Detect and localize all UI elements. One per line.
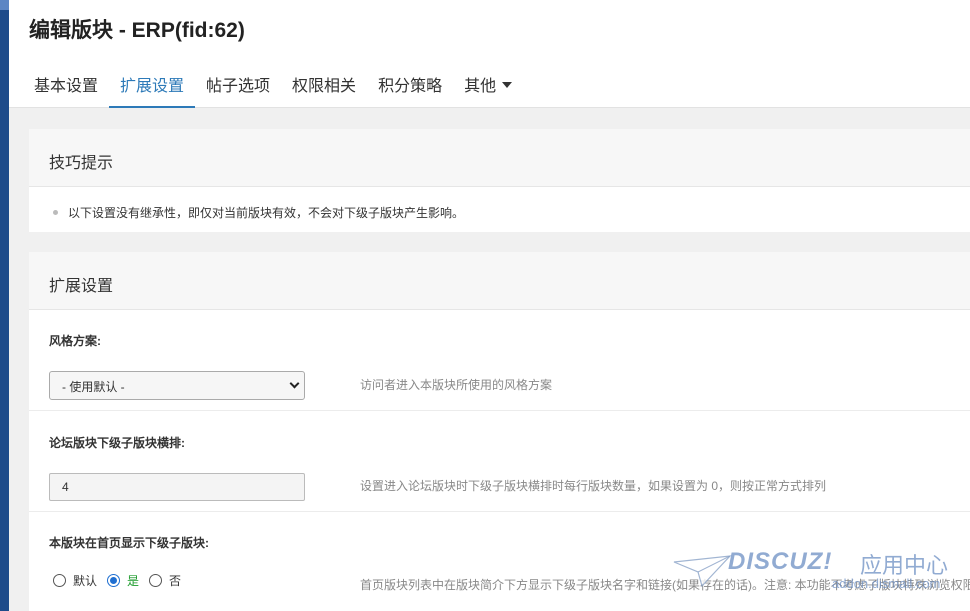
subforum-columns-description: 设置进入论坛版块时下级子版块横排时每行版块数量，如果设置为 0，则按正常方式排列 bbox=[360, 479, 827, 493]
tab-credit-policy[interactable]: 积分策略 bbox=[367, 60, 453, 108]
settings-heading: 扩展设置 bbox=[29, 252, 970, 310]
style-scheme-select[interactable]: - 使用默认 - bbox=[49, 371, 305, 400]
subforum-columns-label: 论坛版块下级子版块横排: bbox=[49, 436, 185, 450]
radio-yes[interactable]: 是 bbox=[107, 572, 139, 589]
tab-extended-settings[interactable]: 扩展设置 bbox=[109, 60, 196, 108]
left-sidebar-strip bbox=[0, 0, 9, 611]
page-title: 编辑版块 - ERP(fid:62) bbox=[29, 19, 245, 42]
tab-post-options[interactable]: 帖子选项 bbox=[195, 60, 281, 108]
extended-settings-panel: 扩展设置 风格方案: - 使用默认 - 访问者进入本版块所使用的风格方案 论坛版… bbox=[29, 252, 970, 611]
show-subforums-label: 本版块在首页显示下级子版块: bbox=[49, 536, 209, 550]
show-subforums-field: 本版块在首页显示下级子版块: 默认 是 否 首页版块列表中在版块简介下方显示下级… bbox=[29, 512, 970, 611]
page-header: 编辑版块 - ERP(fid:62) 基本设置 扩展设置 帖子选项 权限相关 积… bbox=[9, 0, 970, 108]
tips-heading: 技巧提示 bbox=[29, 129, 970, 187]
subforum-columns-input[interactable]: 4 bbox=[49, 473, 305, 501]
tab-other[interactable]: 其他 bbox=[453, 60, 523, 108]
caret-down-icon bbox=[502, 82, 513, 89]
chevron-down-icon bbox=[289, 378, 300, 389]
radio-no[interactable]: 否 bbox=[149, 572, 181, 589]
style-scheme-field: 风格方案: - 使用默认 - 访问者进入本版块所使用的风格方案 bbox=[29, 310, 970, 411]
show-subforums-radio-group: 默认 是 否 bbox=[53, 572, 191, 589]
tab-basic-settings[interactable]: 基本设置 bbox=[23, 60, 109, 108]
tips-panel: 技巧提示 以下设置没有继承性，即仅对当前版块有效，不会对下级子版块产生影响。 bbox=[29, 129, 970, 232]
tip-item: 以下设置没有继承性，即仅对当前版块有效，不会对下级子版块产生影响。 bbox=[29, 187, 970, 221]
tab-permissions[interactable]: 权限相关 bbox=[281, 60, 367, 108]
radio-default[interactable]: 默认 bbox=[53, 572, 97, 589]
bullet-icon bbox=[53, 209, 58, 215]
style-scheme-description: 访问者进入本版块所使用的风格方案 bbox=[360, 378, 553, 392]
subforum-columns-field: 论坛版块下级子版块横排: 4 设置进入论坛版块时下级子版块横排时每行版块数量，如… bbox=[29, 411, 970, 512]
style-scheme-label: 风格方案: bbox=[49, 334, 101, 348]
tab-bar: 基本设置 扩展设置 帖子选项 权限相关 积分策略 其他 bbox=[23, 60, 523, 108]
show-subforums-description: 首页版块列表中在版块简介下方显示下级子版块名字和链接(如果存在的话)。注意: 本… bbox=[360, 578, 970, 592]
